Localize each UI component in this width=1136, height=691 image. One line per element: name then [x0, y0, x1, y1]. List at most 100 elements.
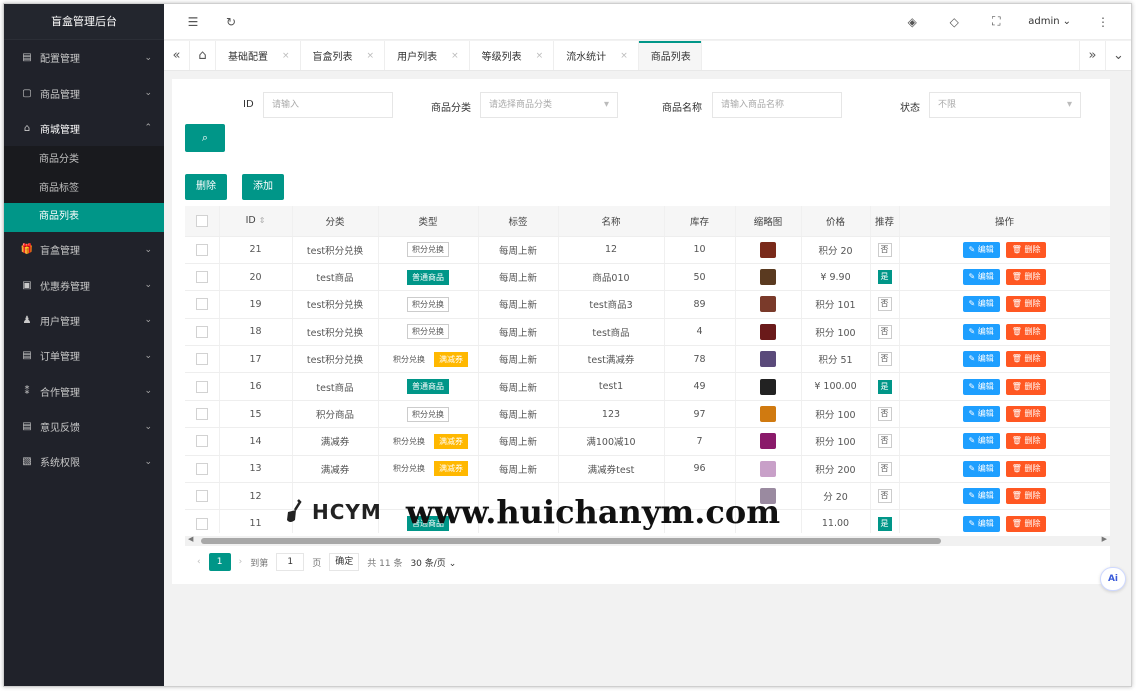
row-checkbox[interactable] — [195, 380, 208, 393]
column-header[interactable]: ID ⇕ — [219, 206, 293, 237]
table-row[interactable]: 16 test商品 普通商品 每周上新 test1 49 ¥ 100.00 是 ✎ 编辑 🗑 删除 — [185, 372, 1110, 401]
delete-row-button[interactable]: 🗑 删除 — [1005, 488, 1047, 505]
delete-row-button[interactable]: 🗑 删除 — [1005, 406, 1047, 423]
table-row[interactable]: 20 test商品 普通商品 每周上新 商品010 50 ¥ 9.90 是 ✎ 编辑 🗑 删除 — [185, 263, 1110, 292]
row-checkbox[interactable] — [195, 517, 208, 530]
status-select[interactable]: 不限 — [929, 92, 1081, 118]
row-checkbox[interactable] — [195, 435, 208, 448]
page-next-icon[interactable]: › — [239, 557, 243, 567]
fullscreen-icon[interactable]: ⛶ — [986, 14, 1006, 29]
sidebar-item-9[interactable]: ▧ 系统权限 ⌄ — [4, 444, 164, 479]
page-current[interactable]: 1 — [208, 553, 231, 571]
close-icon[interactable]: × — [620, 51, 628, 61]
scroll-thumb[interactable] — [201, 538, 941, 544]
submenu-item-0[interactable]: 商品分类 — [4, 146, 164, 175]
id-input[interactable]: 请输入 — [263, 92, 393, 118]
product-thumbnail[interactable] — [760, 269, 776, 286]
tab-0[interactable]: 基础配置 × — [216, 41, 301, 70]
home-icon[interactable]: ⌂ — [190, 41, 216, 70]
table-row[interactable]: 14 满减券 积分兑换 满减券 每周上新 满100减10 7 积分 100 否 ✎ 编辑 🗑 删除 — [185, 427, 1110, 456]
row-checkbox[interactable] — [195, 271, 208, 284]
tab-2[interactable]: 用户列表 × — [385, 41, 470, 70]
sidebar-item-1[interactable]: ▢ 商品管理 ⌄ — [4, 75, 164, 110]
theme-icon[interactable]: ◈ — [902, 15, 922, 29]
row-checkbox[interactable] — [195, 353, 208, 366]
row-checkbox[interactable] — [195, 408, 208, 421]
edit-button[interactable]: ✎ 编辑 — [962, 323, 1000, 340]
tag-icon[interactable]: ◇ — [944, 15, 964, 29]
tab-5[interactable]: 商品列表 — [638, 41, 702, 70]
submenu-item-1[interactable]: 商品标签 — [4, 175, 164, 204]
edit-button[interactable]: ✎ 编辑 — [962, 269, 1000, 286]
product-thumbnail[interactable] — [760, 351, 776, 368]
submenu-item-2[interactable]: 商品列表 — [4, 203, 164, 232]
scroll-right-icon[interactable]: ▶ — [1102, 535, 1107, 543]
scroll-left-icon[interactable]: ◀ — [188, 535, 193, 543]
product-thumbnail[interactable] — [760, 433, 776, 450]
name-input[interactable]: 请输入商品名称 — [712, 92, 842, 118]
ai-assistant-button[interactable]: Ai — [1100, 567, 1126, 591]
table-row[interactable]: 13 满减券 积分兑换 满减券 每周上新 满减券test 96 积分 200 否 ✎ 编辑 🗑 删除 — [185, 455, 1110, 484]
close-icon[interactable]: × — [282, 51, 290, 61]
add-button[interactable]: 添加 — [242, 174, 284, 200]
close-icon[interactable]: × — [367, 51, 375, 61]
product-thumbnail[interactable] — [760, 406, 776, 423]
row-checkbox[interactable] — [195, 462, 208, 475]
goto-confirm-button[interactable]: 确定 — [329, 553, 360, 571]
table-row[interactable]: 18 test积分兑换 积分兑换 每周上新 test商品 4 积分 100 否 ✎ 编辑 🗑 删除 — [185, 318, 1110, 347]
tabs-next-icon[interactable]: » — [1079, 41, 1105, 70]
row-checkbox[interactable] — [195, 325, 208, 338]
delete-button[interactable]: 删除 — [185, 174, 227, 200]
user-menu[interactable]: admin ⌄ — [1028, 16, 1071, 27]
tab-4[interactable]: 流水统计 × — [554, 41, 639, 70]
edit-button[interactable]: ✎ 编辑 — [962, 488, 1000, 505]
delete-row-button[interactable]: 🗑 删除 — [1005, 378, 1047, 395]
sidebar-item-8[interactable]: ▤ 意见反馈 ⌄ — [4, 409, 164, 444]
sidebar-item-3[interactable]: 🎁 盲盒管理 ⌄ — [4, 232, 164, 267]
edit-button[interactable]: ✎ 编辑 — [962, 378, 1000, 395]
edit-button[interactable]: ✎ 编辑 — [962, 460, 1000, 477]
table-row[interactable]: 17 test积分兑换 积分兑换 满减券 每周上新 test满减券 78 积分 51 否 ✎ 编辑… — [185, 345, 1110, 374]
select-all-checkbox[interactable] — [195, 214, 208, 227]
tabs-prev-icon[interactable]: « — [164, 41, 190, 70]
product-thumbnail[interactable] — [760, 378, 776, 395]
sidebar-item-5[interactable]: ♟ 用户管理 ⌄ — [4, 303, 164, 338]
edit-button[interactable]: ✎ 编辑 — [962, 433, 1000, 450]
row-checkbox[interactable] — [195, 298, 208, 311]
sidebar-item-7[interactable]: ⁑ 合作管理 ⌄ — [4, 374, 164, 409]
table-row[interactable]: 15 积分商品 积分兑换 每周上新 123 97 积分 100 否 ✎ 编辑 🗑 删除 — [185, 400, 1110, 429]
row-checkbox[interactable] — [195, 243, 208, 256]
edit-button[interactable]: ✎ 编辑 — [962, 351, 1000, 368]
sidebar-item-6[interactable]: ▤ 订单管理 ⌄ — [4, 338, 164, 373]
table-row[interactable]: 19 test积分兑换 积分兑换 每周上新 test商品3 89 积分 101 否 ✎ 编辑 🗑 … — [185, 290, 1110, 319]
page-prev-icon[interactable]: ‹ — [197, 557, 201, 567]
per-page-select[interactable]: 30 条/页 ⌄ — [410, 556, 456, 569]
edit-button[interactable]: ✎ 编辑 — [962, 296, 1000, 313]
sidebar-item-4[interactable]: ▣ 优惠券管理 ⌄ — [4, 267, 164, 302]
close-icon[interactable]: × — [536, 51, 544, 61]
more-icon[interactable]: ⋮ — [1093, 15, 1113, 29]
product-thumbnail[interactable] — [760, 296, 776, 313]
search-button[interactable]: ⌕ — [185, 124, 225, 152]
tab-1[interactable]: 盲盒列表 × — [301, 41, 386, 70]
delete-row-button[interactable]: 🗑 删除 — [1005, 296, 1047, 313]
sort-icon[interactable]: ⇕ — [259, 216, 266, 225]
delete-row-button[interactable]: 🗑 删除 — [1005, 269, 1047, 286]
goto-input[interactable]: 1 — [276, 553, 305, 571]
close-icon[interactable]: × — [451, 51, 459, 61]
product-thumbnail[interactable] — [760, 323, 776, 340]
tab-3[interactable]: 等级列表 × — [470, 41, 555, 70]
edit-button[interactable]: ✎ 编辑 — [962, 241, 1000, 258]
row-checkbox[interactable] — [195, 490, 208, 503]
category-select[interactable]: 请选择商品分类 — [480, 92, 618, 118]
sidebar-item-2[interactable]: ⌂ 商城管理 ⌃ — [4, 111, 164, 146]
edit-button[interactable]: ✎ 编辑 — [962, 515, 1000, 532]
delete-row-button[interactable]: 🗑 删除 — [1005, 433, 1047, 450]
delete-row-button[interactable]: 🗑 删除 — [1005, 351, 1047, 368]
table-row[interactable]: 21 test积分兑换 积分兑换 每周上新 12 10 积分 20 否 ✎ 编辑 🗑 删除 — [185, 236, 1110, 264]
menu-toggle-icon[interactable]: ☰ — [183, 15, 203, 29]
delete-row-button[interactable]: 🗑 删除 — [1005, 241, 1047, 258]
delete-row-button[interactable]: 🗑 删除 — [1005, 323, 1047, 340]
delete-row-button[interactable]: 🗑 删除 — [1005, 515, 1047, 532]
product-thumbnail[interactable] — [760, 241, 776, 258]
